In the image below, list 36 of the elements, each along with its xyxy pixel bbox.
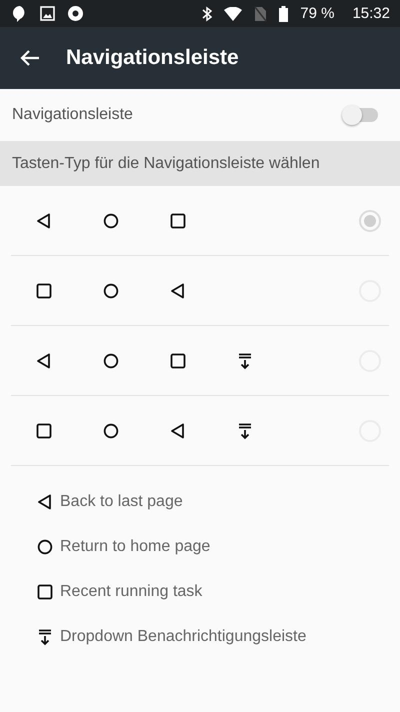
back-arrow-icon[interactable]: [20, 49, 40, 67]
legend-text: Recent running task: [60, 582, 202, 600]
battery-icon: [279, 6, 288, 22]
legend-text: Return to home page: [60, 538, 210, 556]
home-circle-icon: [102, 282, 120, 300]
home-circle-icon: [36, 538, 54, 556]
home-circle-icon: [102, 422, 120, 440]
image-icon: [40, 6, 55, 21]
radio-button[interactable]: [359, 210, 381, 232]
no-sim-icon: [254, 6, 268, 22]
pull-down-icon: [36, 628, 54, 646]
clock: 15:32: [352, 5, 390, 22]
bluetooth-icon: [202, 6, 212, 22]
back-triangle-icon: [35, 212, 53, 230]
legend-text: Dropdown Benachrichtigungsleiste: [60, 628, 306, 646]
recent-square-icon: [169, 212, 187, 230]
page-title: Navigationsleiste: [66, 46, 239, 70]
section-header: Tasten-Typ für die Navigationsleiste wählen: [0, 141, 400, 186]
back-triangle-icon: [35, 352, 53, 370]
pull-down-icon: [236, 352, 254, 370]
home-circle-icon: [102, 352, 120, 370]
back-triangle-icon: [36, 492, 54, 510]
toggle-switch[interactable]: [344, 108, 378, 122]
home-circle-icon: [102, 212, 120, 230]
battery-percent: 79 %: [300, 5, 334, 22]
recent-square-icon: [36, 582, 54, 600]
setting-label: Navigationsleiste: [12, 106, 133, 124]
recent-square-icon: [35, 282, 53, 300]
legend-text: Back to last page: [60, 492, 183, 510]
browser-icon: [67, 5, 84, 22]
recent-square-icon: [35, 422, 53, 440]
wifi-icon: [224, 6, 242, 20]
recent-square-icon: [169, 352, 187, 370]
back-triangle-icon: [169, 282, 187, 300]
back-triangle-icon: [169, 422, 187, 440]
pull-down-icon: [236, 422, 254, 440]
